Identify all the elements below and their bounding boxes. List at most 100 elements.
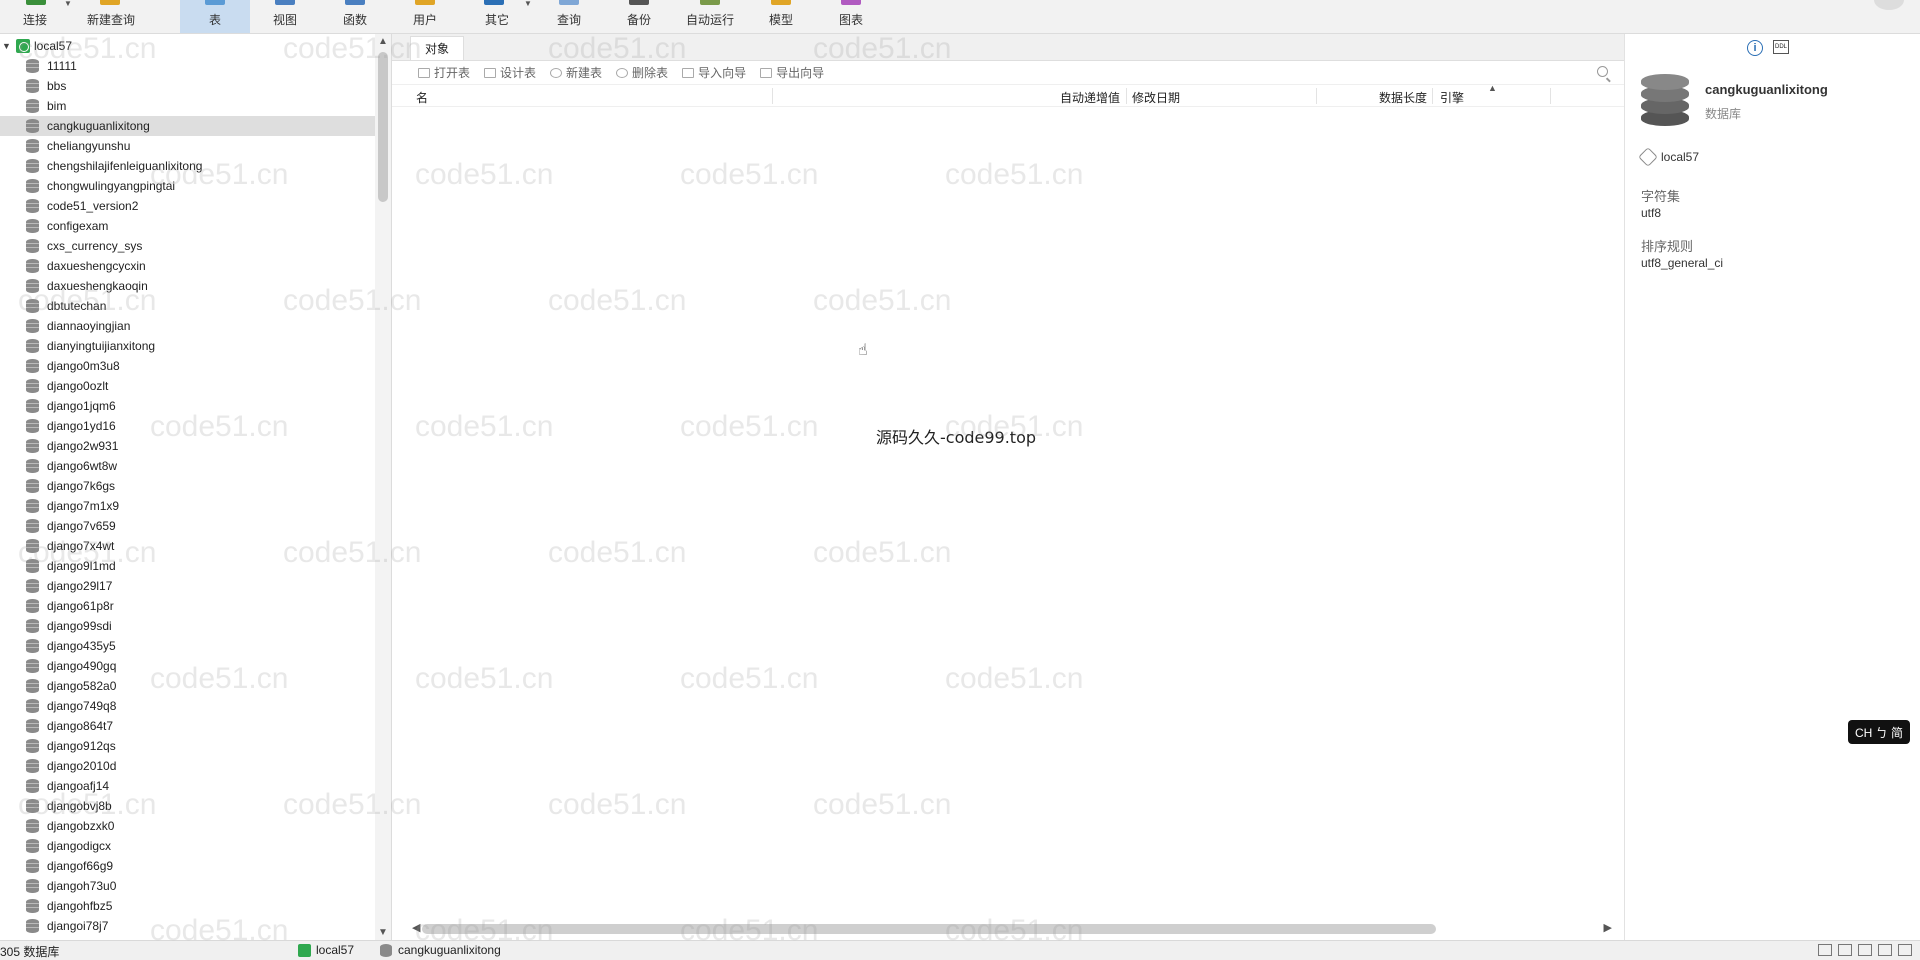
horizontal-scrollbar[interactable]: ◀ ▶ (412, 920, 1612, 936)
sidebar-item-database[interactable]: djangof66g9 (0, 856, 391, 876)
delete-table-button[interactable]: 删除表 (616, 64, 668, 81)
sidebar-item-database[interactable]: django490gq (0, 656, 391, 676)
sidebar-item-database[interactable]: django7k6gs (0, 476, 391, 496)
sidebar-item-database[interactable]: django2w931 (0, 436, 391, 456)
connection-node[interactable]: ▼ local57 (0, 36, 72, 56)
sidebar-item-database[interactable]: django749q8 (0, 696, 391, 716)
sidebar-item-database[interactable]: django6wt8w (0, 456, 391, 476)
sidebar-item-database[interactable]: dianyingtuijianxitong (0, 336, 391, 356)
open-table-button[interactable]: 打开表 (418, 64, 470, 81)
sidebar-item-database[interactable]: django29l17 (0, 576, 391, 596)
sidebar-item-database[interactable]: djangoi78j7 (0, 916, 391, 936)
backup-button[interactable]: 备份 (604, 0, 674, 33)
sidebar-item-database[interactable]: diannaoyingjian (0, 316, 391, 336)
sidebar-item-database[interactable]: django582a0 (0, 676, 391, 696)
sidebar-item-database[interactable]: daxueshengkaoqin (0, 276, 391, 296)
sidebar-item-database[interactable]: django0m3u8 (0, 356, 391, 376)
scrollbar-thumb[interactable] (422, 924, 1436, 934)
autorun-button[interactable]: 自动运行 (674, 0, 746, 33)
sidebar-item-database[interactable]: django9l1md (0, 556, 391, 576)
sidebar-item-database[interactable]: django435y5 (0, 636, 391, 656)
function-button[interactable]: 函数 (320, 0, 390, 33)
panel-left-icon[interactable] (1878, 944, 1892, 956)
sidebar-item-database[interactable]: daxueshengcycxin (0, 256, 391, 276)
scroll-up-icon[interactable]: ▲ (378, 36, 388, 47)
scroll-left-icon[interactable]: ◀ (412, 921, 420, 934)
sidebar-item-database[interactable]: cangkuguanlixitong (0, 116, 391, 136)
database-icon (26, 459, 39, 473)
sidebar-item-database[interactable]: django7m1x9 (0, 496, 391, 516)
chevron-down-icon[interactable]: ▼ (2, 41, 12, 51)
column-auto-increment[interactable]: 自动递增值 (1060, 89, 1120, 106)
sidebar-item-database[interactable]: django7v659 (0, 516, 391, 536)
sidebar-item-database[interactable]: django99sdi (0, 616, 391, 636)
sidebar-item-label: django2w931 (47, 439, 119, 453)
model-button[interactable]: 模型 (746, 0, 816, 33)
sidebar-item-database[interactable]: 11111 (0, 56, 391, 76)
sidebar-item-database[interactable]: django1yd16 (0, 416, 391, 436)
link-icon (1638, 147, 1658, 167)
chevron-down-icon[interactable]: ▼ (524, 0, 532, 8)
column-name[interactable]: 名 (416, 89, 428, 106)
sidebar-item-label: django6wt8w (47, 459, 118, 473)
user-button[interactable]: 用户 (390, 0, 460, 33)
design-table-button[interactable]: 设计表 (484, 64, 536, 81)
sidebar-item-database[interactable]: djangobvj8b (0, 796, 391, 816)
sidebar-item-database[interactable]: chongwulingyangpingtai (0, 176, 391, 196)
column-engine[interactable]: 引擎 (1440, 89, 1464, 106)
sidebar-item-database[interactable]: django1jqm6 (0, 396, 391, 416)
sidebar-item-database[interactable]: bim (0, 96, 391, 116)
sidebar-item-database[interactable]: cxs_currency_sys (0, 236, 391, 256)
tab-objects[interactable]: 对象 (410, 36, 465, 60)
sidebar-item-database[interactable]: chengshilajifenleiguanlixitong (0, 156, 391, 176)
sidebar-item-database[interactable]: django864t7 (0, 716, 391, 736)
sidebar-item-database[interactable]: djangobzxk0 (0, 816, 391, 836)
table-button[interactable]: 表 (180, 0, 250, 33)
sidebar-item-database[interactable]: configexam (0, 216, 391, 236)
other-button[interactable]: ▼ 其它 (460, 0, 534, 33)
scrollbar-thumb[interactable] (378, 52, 388, 202)
panel-right-icon[interactable] (1898, 944, 1912, 956)
sidebar-scrollbar[interactable]: ▲ ▼ (375, 34, 391, 940)
view-button[interactable]: 视图 (250, 0, 320, 33)
column-modified-date[interactable]: 修改日期 (1132, 89, 1180, 106)
ddl-icon[interactable]: DDL (1773, 40, 1789, 54)
list-view-icon[interactable] (1818, 944, 1832, 956)
sidebar-item-database[interactable]: djangoh73u0 (0, 876, 391, 896)
column-data-length[interactable]: 数据长度 (1379, 89, 1427, 106)
connect-button[interactable]: ▼ 连接 (0, 0, 72, 33)
import-wizard-button[interactable]: 导入向导 (682, 64, 746, 81)
avatar[interactable] (1874, 0, 1904, 10)
export-wizard-button[interactable]: 导出向导 (760, 64, 824, 81)
database-icon (26, 759, 39, 773)
sidebar-item-label: djangobvj8b (47, 799, 112, 813)
scroll-down-icon[interactable]: ▼ (378, 927, 388, 938)
sidebar-item-database[interactable]: djangoafj14 (0, 776, 391, 796)
scroll-right-icon[interactable]: ▶ (1604, 921, 1612, 934)
detail-view-icon[interactable] (1838, 944, 1852, 956)
chart-button[interactable]: 图表 (816, 0, 886, 33)
database-icon (26, 119, 39, 133)
query-button[interactable]: 查询 (534, 0, 604, 33)
sidebar-item-database[interactable]: django2010d (0, 756, 391, 776)
sidebar-item-database[interactable]: django61p8r (0, 596, 391, 616)
ime-indicator[interactable]: CH ㄅ 简 (1848, 720, 1910, 744)
new-table-button[interactable]: 新建表 (550, 64, 602, 81)
sidebar-item-database[interactable]: bbs (0, 76, 391, 96)
sidebar-item-database[interactable]: djangohfbz5 (0, 896, 391, 916)
sidebar-item-database[interactable]: django0ozlt (0, 376, 391, 396)
database-large-icon (1641, 74, 1689, 126)
sidebar-item-database[interactable]: code51_version2 (0, 196, 391, 216)
sidebar-item-database[interactable]: dbtutechan (0, 296, 391, 316)
sidebar-item-database[interactable]: django7x4wt (0, 536, 391, 556)
grid-view-icon[interactable] (1858, 944, 1872, 956)
sidebar-item-database[interactable]: django912qs (0, 736, 391, 756)
info-icon[interactable]: i (1747, 40, 1763, 56)
autorun-icon (700, 0, 720, 5)
sidebar-item-database[interactable]: cheliangyunshu (0, 136, 391, 156)
sidebar-item-label: cxs_currency_sys (47, 239, 143, 253)
new-query-button[interactable]: 新建查询 (70, 0, 152, 33)
search-icon[interactable] (1597, 66, 1608, 77)
sidebar-item-database[interactable]: djangodigcx (0, 836, 391, 856)
database-icon (26, 819, 39, 833)
